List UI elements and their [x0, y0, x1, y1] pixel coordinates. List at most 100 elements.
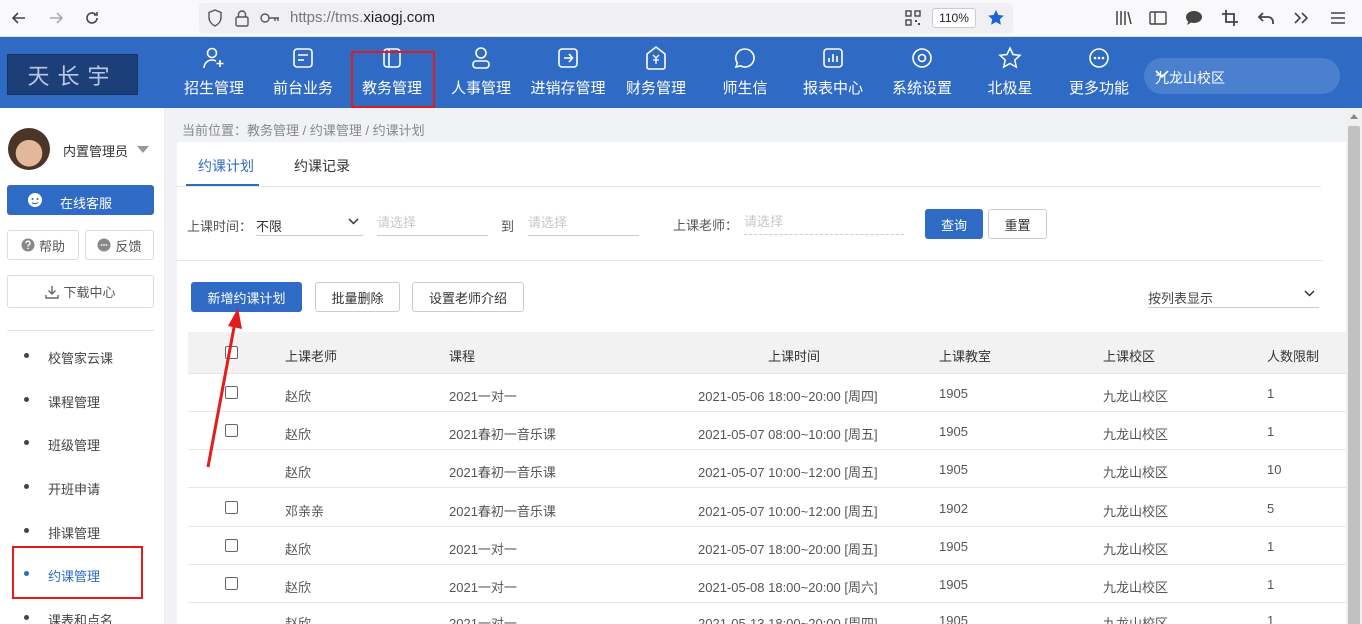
- row-checkbox[interactable]: [225, 424, 238, 437]
- to-label: 到: [501, 219, 515, 234]
- cell-time: 2021-05-08 18:00~20:00 [周六]: [698, 580, 878, 595]
- page-scrollbar[interactable]: [1346, 108, 1362, 624]
- url-text: https://tms.xiaogj.com: [290, 9, 436, 26]
- cell-course: 2021一对一: [449, 389, 517, 404]
- download-center-button[interactable]: 下载中心: [7, 275, 154, 308]
- back-icon[interactable]: [8, 7, 30, 29]
- nav-label: 北极星: [987, 80, 1033, 97]
- qr-code-icon[interactable]: [902, 7, 924, 29]
- header-teacher[interactable]: 上课老师: [285, 346, 337, 365]
- table-header: 上课老师 课程 上课时间 上课教室 上课校区 人数限制: [188, 332, 1346, 374]
- undo-icon[interactable]: [1255, 7, 1277, 29]
- library-icon[interactable]: [1113, 7, 1135, 29]
- campus-selector[interactable]: 九龙山校区: [1144, 58, 1340, 94]
- help-button[interactable]: 帮助: [7, 230, 79, 260]
- table-row[interactable]: 赵欣 2021一对一 2021-05-13 18:00~20:00 [周四] 1…: [188, 603, 1346, 624]
- time-range-select[interactable]: 不限: [256, 210, 363, 236]
- time-range-value: 不限: [256, 219, 283, 234]
- table-row[interactable]: 赵欣 2021一对一 2021-05-07 18:00~20:00 [周五] 1…: [188, 527, 1346, 565]
- nav-front[interactable]: 前台业务: [261, 45, 345, 99]
- start-date-input[interactable]: [377, 210, 488, 236]
- filter-divider: [177, 260, 1323, 261]
- chat-bubble-icon[interactable]: [1183, 7, 1205, 29]
- header-room[interactable]: 上课教室: [939, 346, 991, 365]
- batch-delete-button[interactable]: 批量删除: [315, 282, 400, 312]
- table-row[interactable]: 赵欣 2021一对一 2021-05-08 18:00~20:00 [周六] 1…: [188, 565, 1346, 603]
- cell-course: 2021春初一音乐课: [449, 465, 556, 480]
- nav-more[interactable]: 更多功能: [1057, 45, 1141, 99]
- sidebar-item-open[interactable]: 开班申请: [0, 472, 165, 502]
- row-checkbox[interactable]: [225, 501, 238, 514]
- chevron-down-icon: [1155, 70, 1324, 79]
- sidebar-divider: [7, 330, 154, 331]
- cell-time: 2021-05-13 18:00~20:00 [周四]: [698, 616, 878, 624]
- nav-settings[interactable]: 系统设置: [880, 45, 964, 99]
- address-bar[interactable]: https://tms.xiaogj.com 110%: [199, 3, 1013, 33]
- annotation-highlight-box: [12, 546, 143, 599]
- tab-booking-record[interactable]: 约课记录: [294, 156, 350, 176]
- sidebar-item-class[interactable]: 班级管理: [0, 428, 165, 458]
- table-row[interactable]: 赵欣 2021春初一音乐课 2021-05-07 10:00~12:00 [周五…: [188, 450, 1346, 488]
- header-limit[interactable]: 人数限制: [1267, 346, 1319, 365]
- online-service-label: 在线客服: [60, 196, 113, 211]
- bookmark-star-icon[interactable]: [985, 7, 1007, 29]
- nav-report[interactable]: 报表中心: [791, 45, 875, 99]
- cell-limit: 10: [1267, 462, 1282, 477]
- desk-icon: [261, 45, 345, 71]
- cell-limit: 1: [1267, 386, 1275, 401]
- feedback-button[interactable]: 反馈: [85, 230, 154, 260]
- cell-time: 2021-05-07 10:00~12:00 [周五]: [698, 465, 878, 480]
- end-date-input[interactable]: [528, 210, 639, 236]
- cell-room: 1905: [939, 613, 968, 624]
- view-mode-select[interactable]: 按列表显示: [1148, 282, 1319, 308]
- reload-icon[interactable]: [81, 7, 103, 29]
- overflow-chevrons-icon[interactable]: [1290, 7, 1312, 29]
- nav-message[interactable]: 师生信: [703, 45, 787, 99]
- query-button[interactable]: 查询: [925, 209, 983, 239]
- zoom-level[interactable]: 110%: [932, 8, 976, 28]
- header-course[interactable]: 课程: [449, 346, 475, 365]
- sidebar-item-schedule[interactable]: 排课管理: [0, 516, 165, 546]
- more-dots-icon: [1057, 45, 1141, 71]
- row-checkbox[interactable]: [225, 386, 238, 399]
- caret-down-icon[interactable]: [137, 146, 149, 153]
- nav-label: 招生管理: [183, 80, 244, 97]
- table-row[interactable]: 邓亲亲 2021春初一音乐课 2021-05-07 10:00~12:00 [周…: [188, 488, 1346, 527]
- reset-button[interactable]: 重置: [988, 209, 1047, 239]
- avatar[interactable]: [8, 128, 50, 170]
- tab-booking-plan[interactable]: 约课计划: [198, 156, 254, 176]
- forward-icon[interactable]: [45, 7, 67, 29]
- sidebar-item-course[interactable]: 课程管理: [0, 385, 165, 415]
- nav-enroll[interactable]: 招生管理: [172, 45, 256, 99]
- set-teacher-intro-button[interactable]: 设置老师介绍: [412, 282, 524, 312]
- table-row[interactable]: 赵欣 2021春初一音乐课 2021-05-07 08:00~10:00 [周五…: [188, 412, 1346, 450]
- header-time[interactable]: 上课时间: [768, 346, 820, 365]
- online-service-button[interactable]: 在线客服: [7, 185, 154, 215]
- add-booking-plan-button[interactable]: 新增约课计划: [191, 282, 302, 312]
- nav-polaris[interactable]: 北极星: [968, 45, 1052, 99]
- key-icon[interactable]: [259, 7, 281, 29]
- teacher-select-input[interactable]: [744, 209, 904, 235]
- lock-icon[interactable]: [231, 7, 253, 29]
- chevron-down-icon: [1304, 290, 1315, 297]
- scroll-up-arrow-icon[interactable]: [1350, 114, 1358, 119]
- sidebar-item-timetable[interactable]: 课表和点名: [0, 603, 165, 624]
- username[interactable]: 内置管理员: [63, 141, 128, 160]
- row-checkbox[interactable]: [225, 539, 238, 552]
- select-all-checkbox[interactable]: [225, 346, 238, 359]
- nav-inventory[interactable]: 进销存管理: [526, 45, 610, 99]
- sidebar-toggle-icon[interactable]: [1147, 7, 1169, 29]
- table-row[interactable]: 赵欣 2021一对一 2021-05-06 18:00~20:00 [周四] 1…: [188, 374, 1346, 412]
- teacher-filter-label: 上课老师：: [673, 218, 739, 233]
- chat-icon: [703, 45, 787, 71]
- brand-logo[interactable]: 天长宇: [7, 54, 138, 95]
- nav-finance[interactable]: 财务管理: [614, 45, 698, 99]
- nav-hr[interactable]: 人事管理: [439, 45, 523, 99]
- crop-icon[interactable]: [1219, 7, 1241, 29]
- hamburger-menu-icon[interactable]: [1327, 7, 1349, 29]
- sidebar-item-cloud[interactable]: 校管家云课: [0, 341, 165, 371]
- scroll-thumb[interactable]: [1348, 126, 1360, 624]
- header-campus[interactable]: 上课校区: [1103, 346, 1155, 365]
- row-checkbox[interactable]: [225, 577, 238, 590]
- sidebar-item-label: 课程管理: [48, 395, 101, 410]
